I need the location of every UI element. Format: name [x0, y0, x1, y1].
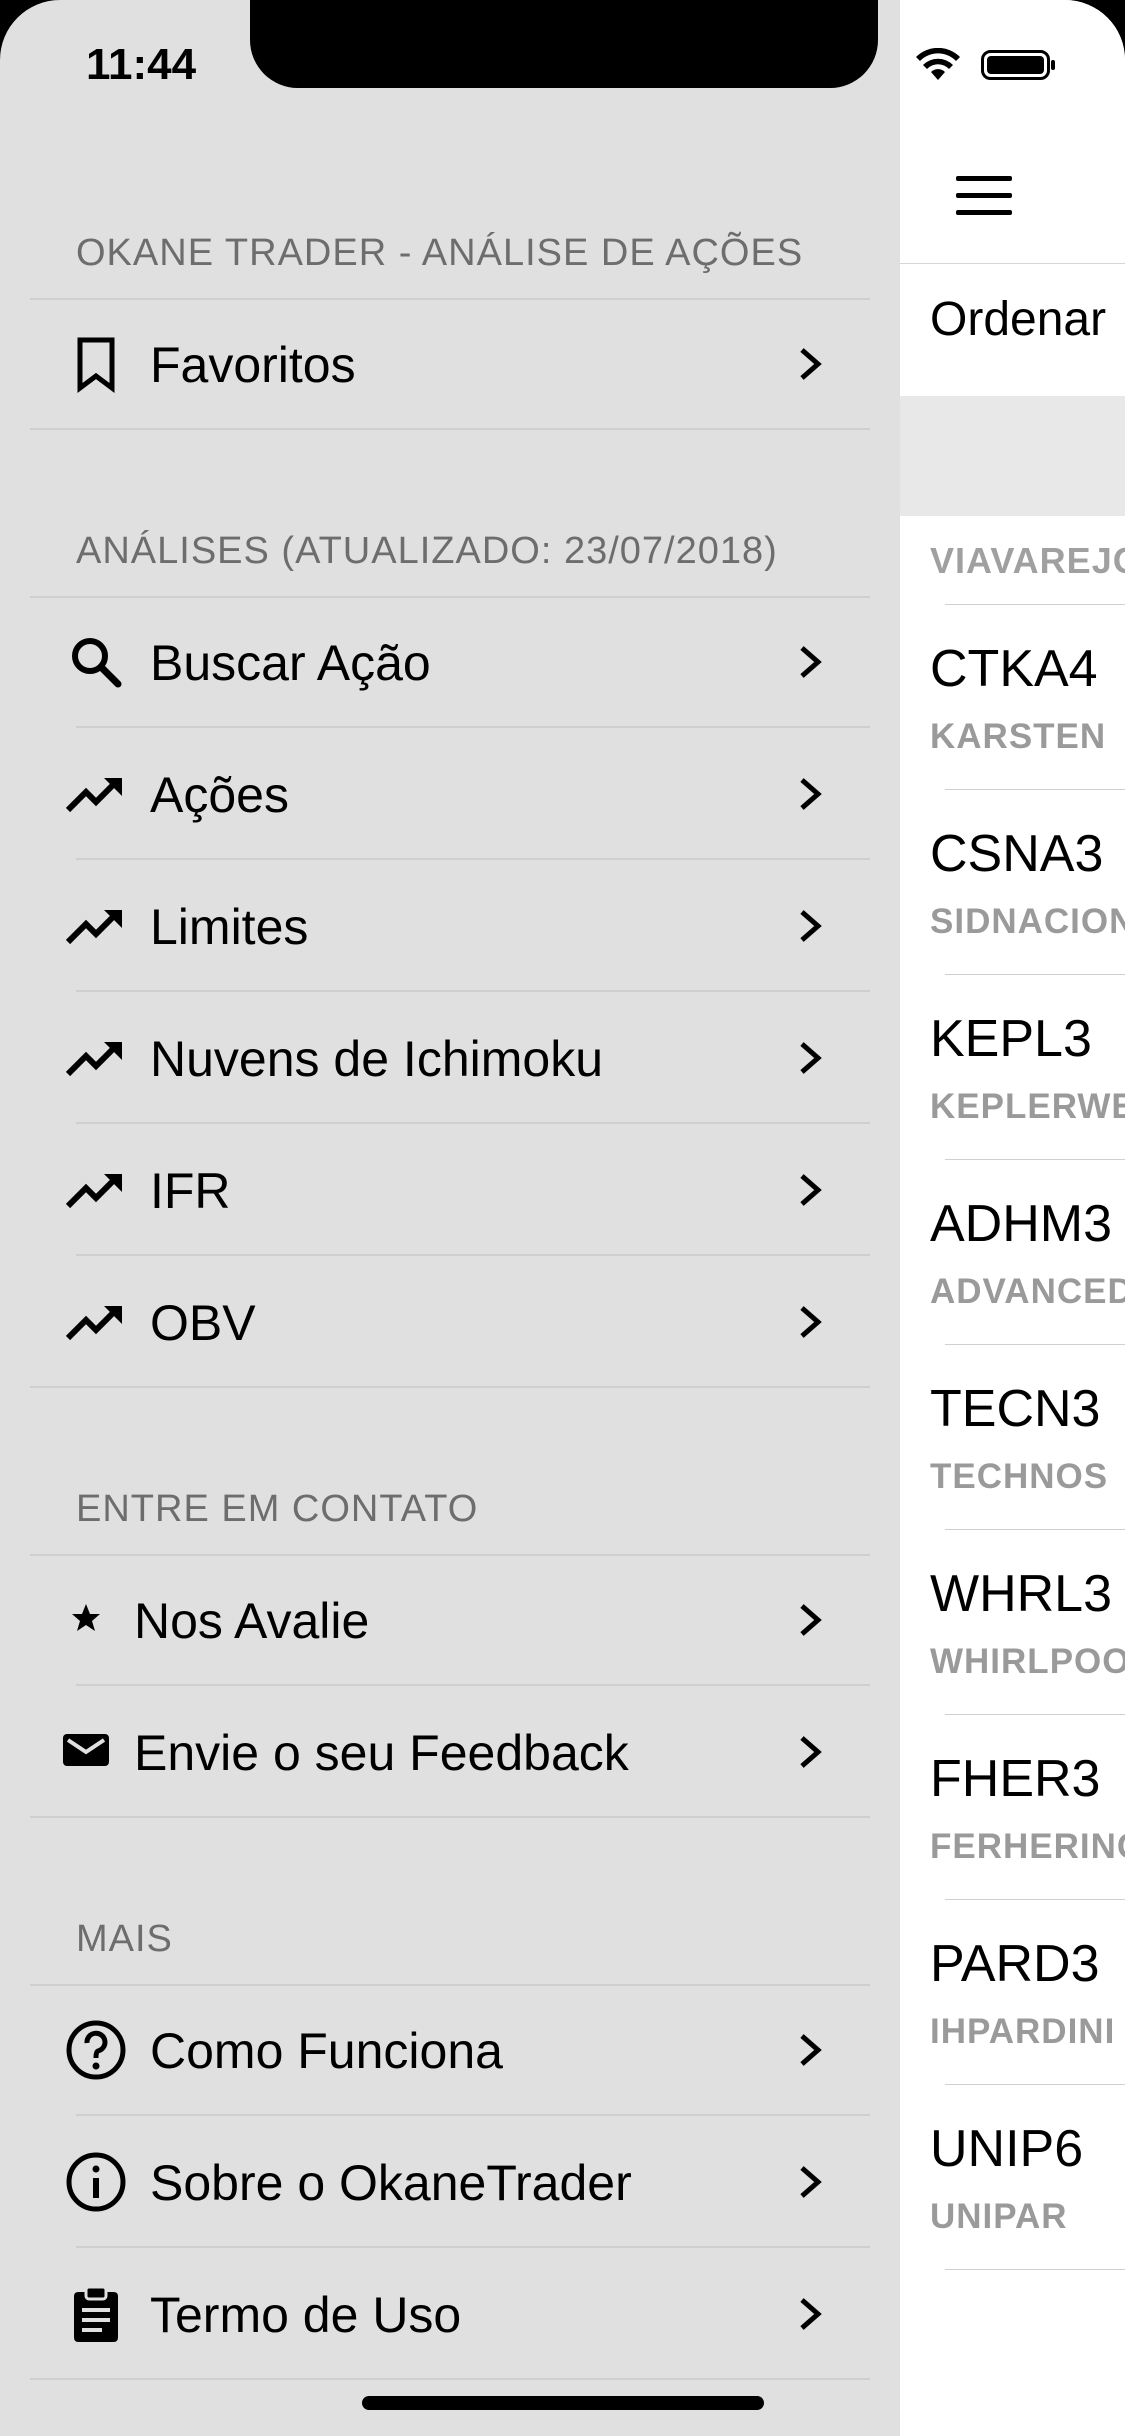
section-title: ANÁLISES (ATUALIZADO: 23/07/2018): [76, 530, 778, 572]
menu-item-label: Favoritos: [150, 337, 356, 393]
stock-ticker: UNIP6: [930, 2120, 1084, 2178]
stock-name: SIDNACION: [930, 902, 1125, 941]
chevron-right-icon: [800, 348, 822, 380]
menu-item-buscar-acao[interactable]: Buscar Ação: [30, 596, 870, 728]
menu-item-label: Buscar Ação: [150, 635, 431, 691]
trending-up-icon: [65, 1042, 122, 1077]
stock-name: KARSTEN: [930, 717, 1107, 756]
menu-item-como-funciona[interactable]: Como Funciona: [30, 1984, 870, 2116]
menu-item-label: Nuvens de Ichimoku: [150, 1031, 604, 1087]
stock-name: IHPARDINI: [930, 2012, 1116, 2051]
menu-item-ichimoku[interactable]: Nuvens de Ichimoku: [30, 992, 870, 1124]
list-section-header-text: VIAVAREJO: [930, 540, 1125, 581]
search-icon: [72, 638, 122, 688]
stock-name: UNIPAR: [930, 2197, 1068, 2236]
home-indicator[interactable]: [362, 2396, 764, 2410]
stock-ticker: WHRL3: [930, 1565, 1113, 1623]
wifi-icon: [916, 48, 960, 80]
menu-item-sobre[interactable]: Sobre o OkaneTrader: [30, 2116, 870, 2248]
stock-name: KEPLERWE: [930, 1087, 1125, 1126]
menu-item-ifr[interactable]: IFR: [30, 1124, 870, 1256]
menu-item-obv[interactable]: OBV: [30, 1256, 870, 1388]
hamburger-menu-icon[interactable]: [956, 176, 1012, 216]
section-title: ENTRE EM CONTATO: [76, 1488, 479, 1530]
chevron-right-icon: [800, 2298, 822, 2330]
chevron-right-icon: [800, 1604, 822, 1636]
stock-name: WHIRLPOO: [930, 1642, 1125, 1681]
menu-item-label: Como Funciona: [150, 2023, 503, 2079]
chevron-right-icon: [800, 910, 822, 942]
mail-icon: [63, 1734, 109, 1766]
menu-item-label: Ações: [150, 767, 289, 823]
menu-item-label: Nos Avalie: [134, 1593, 370, 1649]
sort-label[interactable]: Ordenar: [930, 292, 1106, 347]
menu-item-termo-de-uso[interactable]: Termo de Uso: [30, 2248, 870, 2380]
battery-icon: [981, 50, 1055, 80]
menu-item-feedback[interactable]: Envie o seu Feedback: [30, 1686, 870, 1818]
stock-row[interactable]: TECN3 TECHNOS: [930, 1345, 1125, 1530]
stock-ticker: FHER3: [930, 1750, 1101, 1808]
chevron-right-icon: [800, 1306, 822, 1338]
section-title: OKANE TRADER - ANÁLISE DE AÇÕES: [76, 232, 804, 274]
stock-row[interactable]: FHER3 FERHERING: [930, 1715, 1125, 1900]
menu-item-label: Limites: [150, 899, 309, 955]
chevron-right-icon: [800, 778, 822, 810]
bookmark-icon: [77, 337, 115, 393]
app-screen: Ordenar VIAVAREJO CTKA4 KARSTEN CSNA3 SIDN…: [0, 0, 1125, 2436]
stock-row[interactable]: WHRL3 WHIRLPOO: [930, 1530, 1125, 1715]
stock-row[interactable]: PARD3 IHPARDINI: [930, 1900, 1125, 2085]
stock-row[interactable]: CSNA3 SIDNACION: [930, 790, 1125, 975]
chevron-right-icon: [800, 1736, 822, 1768]
trending-up-icon: [65, 1174, 122, 1209]
stock-name: ADVANCED: [930, 1272, 1125, 1311]
menu-item-favoritos[interactable]: Favoritos: [30, 298, 870, 430]
stock-row[interactable]: ADHM3 ADVANCED: [930, 1160, 1125, 1345]
trending-up-icon: [65, 778, 122, 813]
chevron-right-icon: [800, 2166, 822, 2198]
stock-name: TECHNOS: [930, 1457, 1109, 1496]
stock-ticker: CTKA4: [930, 640, 1098, 698]
device-notch: [250, 0, 878, 88]
side-drawer: 11:44 OKANE TRADER - ANÁLISE DE AÇÕES Fa…: [0, 0, 900, 2436]
stock-ticker: TECN3: [930, 1380, 1101, 1438]
stock-list: VIAVAREJO CTKA4 KARSTEN CSNA3 SIDNACION KE…: [900, 516, 1125, 2270]
list-gap: [900, 396, 1125, 516]
clipboard-icon: [74, 2285, 118, 2342]
info-circle-icon: [66, 2152, 126, 2212]
menu-item-limites[interactable]: Limites: [30, 860, 870, 992]
trending-up-icon: [65, 910, 122, 945]
stock-row[interactable]: KEPL3 KEPLERWE: [930, 975, 1125, 1160]
stock-ticker: ADHM3: [930, 1195, 1113, 1253]
help-circle-icon: [66, 2020, 126, 2080]
stock-name: FERHERING: [930, 1827, 1125, 1866]
chevron-right-icon: [800, 2034, 822, 2066]
list-section-header: VIAVAREJO: [930, 516, 1125, 605]
trending-up-icon: [65, 1306, 122, 1341]
stock-ticker: CSNA3: [930, 825, 1104, 883]
menu-item-label: Envie o seu Feedback: [134, 1725, 629, 1781]
stock-ticker: PARD3: [930, 1935, 1100, 1993]
menu-item-label: Termo de Uso: [150, 2287, 462, 2343]
menu-item-label: Sobre o OkaneTrader: [150, 2155, 632, 2211]
menu-item-label: IFR: [150, 1163, 231, 1219]
chevron-right-icon: [800, 646, 822, 678]
section-title: MAIS: [76, 1918, 173, 1960]
chevron-right-icon: [800, 1174, 822, 1206]
menu-item-acoes[interactable]: Ações: [30, 728, 870, 860]
nav-bar: [900, 0, 1125, 264]
stock-row[interactable]: UNIP6 UNIPAR: [930, 2085, 1125, 2270]
stock-ticker: KEPL3: [930, 1010, 1092, 1068]
main-panel: Ordenar VIAVAREJO CTKA4 KARSTEN CSNA3 SIDN…: [900, 0, 1125, 2436]
menu-item-nos-avalie[interactable]: Nos Avalie: [30, 1554, 870, 1686]
stock-row[interactable]: CTKA4 KARSTEN: [930, 605, 1125, 790]
menu-item-label: OBV: [150, 1295, 256, 1351]
chevron-right-icon: [800, 1042, 822, 1074]
status-time: 11:44: [86, 40, 197, 89]
star-icon: [72, 1604, 100, 1631]
